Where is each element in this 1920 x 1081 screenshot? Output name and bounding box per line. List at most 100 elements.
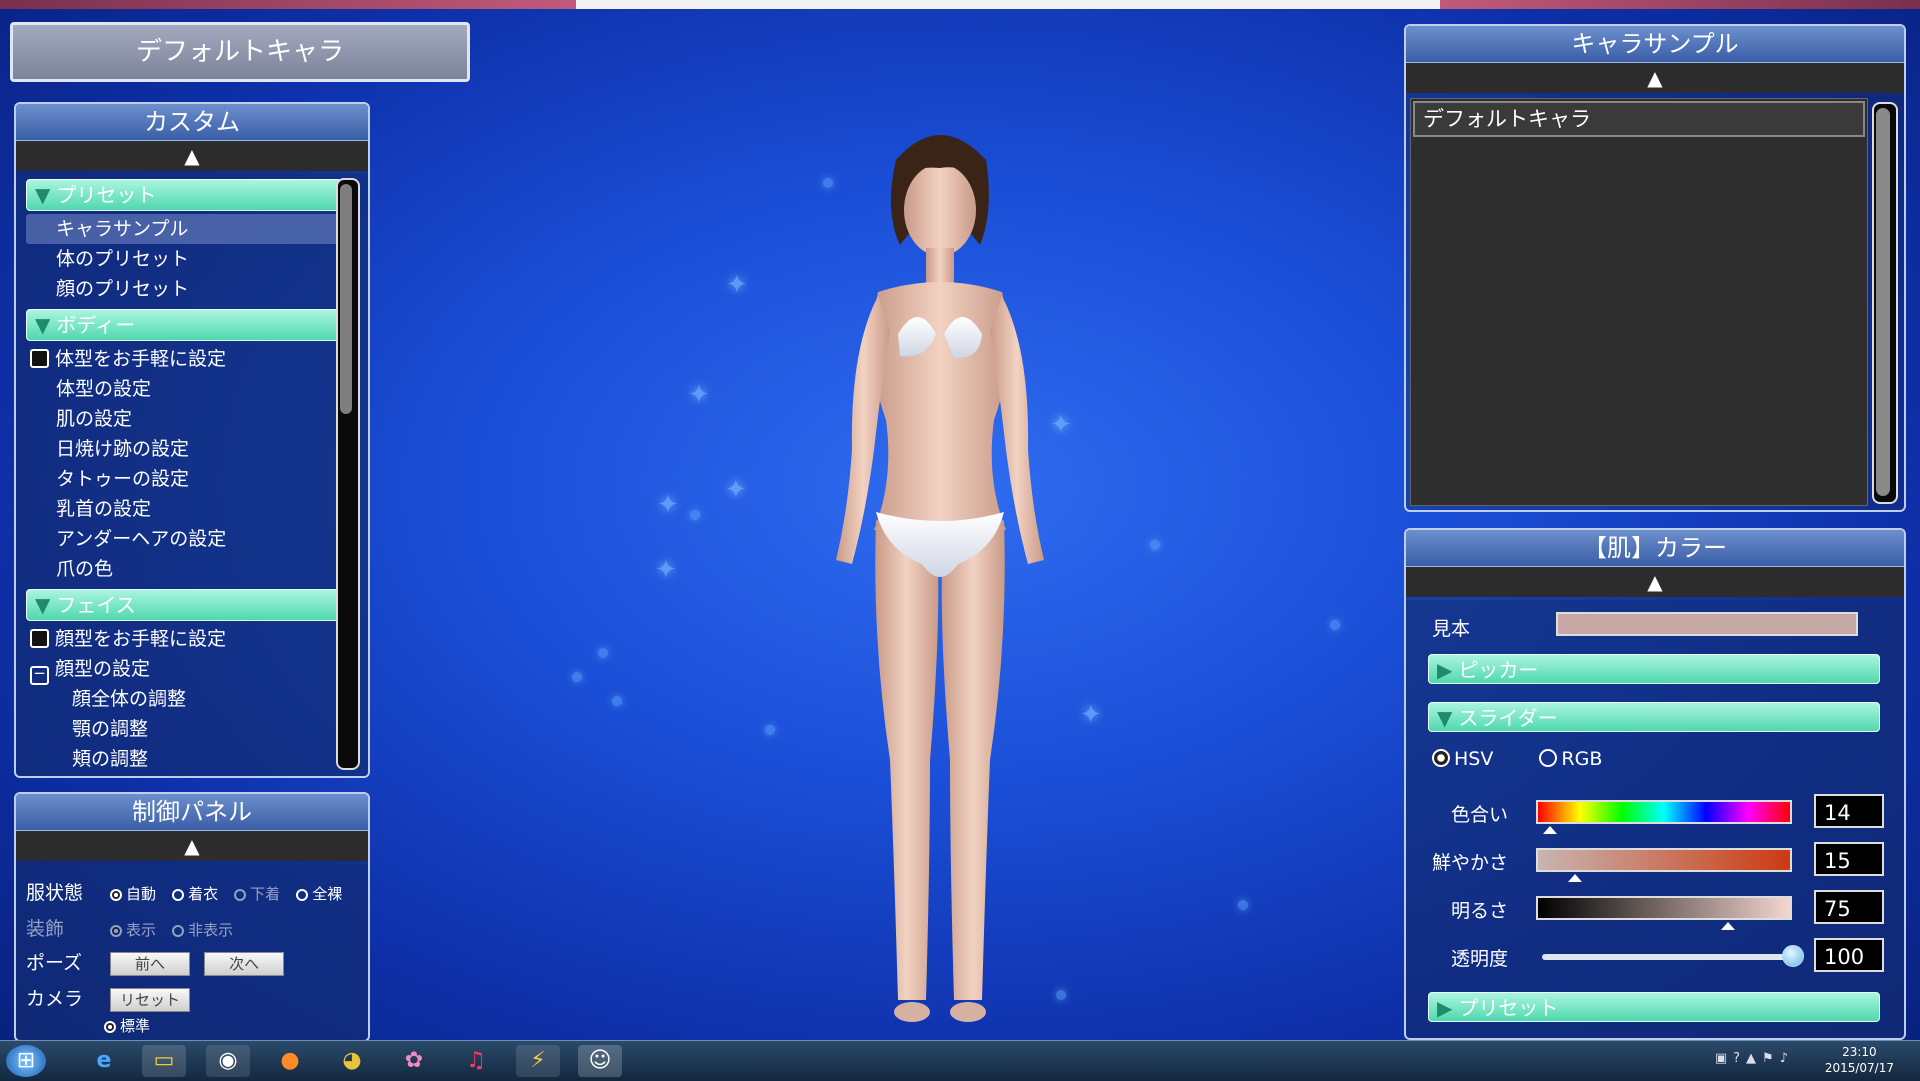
accessory-hide-radio[interactable]: 非表示 — [172, 919, 233, 940]
game-app-icon[interactable]: ☺ — [578, 1045, 622, 1077]
background-standard-radio[interactable]: 標準 — [104, 1015, 150, 1036]
opacity-slider-knob[interactable] — [1782, 945, 1804, 967]
opacity-value-field[interactable]: 100 — [1814, 938, 1884, 972]
menu-item-chara-sample[interactable]: キャラサンプル — [26, 214, 342, 244]
clothes-dressed-radio[interactable]: 着衣 — [172, 883, 218, 904]
menu-item-easy-body-shape[interactable]: 体型をお手軽に設定 — [26, 344, 342, 374]
triangle-up-icon: ▲ — [184, 834, 200, 858]
network-icon[interactable]: ▲ — [1746, 1051, 1762, 1066]
menu-item-body-shape[interactable]: 体型の設定 — [26, 374, 342, 404]
accessory-label: 装飾 — [26, 918, 65, 940]
chara-sample-list: デフォルトキャラ — [1410, 98, 1868, 506]
menu-item-easy-face-shape[interactable]: 顔型をお手軽に設定 — [26, 624, 342, 654]
help-icon[interactable]: ? — [1733, 1051, 1746, 1066]
menu-item-whole-face[interactable]: 顔全体の調整 — [26, 684, 342, 714]
menu-item-face-shape[interactable]: − 顔型の設定 — [26, 654, 342, 685]
menu-item-face-preset[interactable]: 顔のプリセット — [26, 274, 342, 304]
chrome-icon[interactable]: ◕ — [330, 1045, 374, 1077]
menu-item-label: 顔型をお手軽に設定 — [55, 628, 227, 650]
camera-row: カメラ リセット — [26, 984, 198, 1012]
tool-app-icon[interactable]: ⚡ — [516, 1045, 560, 1077]
clothes-state-label: 服状態 — [26, 882, 84, 904]
brightness-slider-row: 明るさ 75 — [1432, 890, 1884, 930]
control-panel-collapse-button[interactable]: ▲ — [16, 831, 368, 861]
hue-label: 色合い — [1450, 804, 1508, 826]
chara-sample-scrollbar[interactable] — [1872, 102, 1898, 504]
paint-app-icon[interactable]: ✿ — [392, 1045, 436, 1077]
volume-icon[interactable]: ♪ — [1780, 1051, 1794, 1066]
saturation-slider[interactable] — [1536, 848, 1792, 872]
camera-label: カメラ — [26, 988, 84, 1010]
menu-item-body-preset[interactable]: 体のプリセット — [26, 244, 342, 274]
background-row: 標準 — [104, 1014, 160, 1036]
skin-color-panel: 【肌】カラー ▲ 見本 ▶ ピッカー ▼ スライダー HSV RGB 色合い 14 … — [1404, 528, 1906, 1040]
camera-icon[interactable]: ◉ — [206, 1045, 250, 1077]
radio-label: 非表示 — [188, 921, 234, 939]
internet-explorer-icon[interactable]: e — [82, 1045, 126, 1077]
hue-value-field[interactable]: 14 — [1814, 794, 1884, 828]
checkbox[interactable] — [30, 629, 49, 648]
triangle-up-icon: ▲ — [1647, 570, 1663, 594]
menu-item-cheek[interactable]: 頬の調整 — [26, 744, 342, 774]
section-label: スライダー — [1458, 706, 1558, 730]
menu-item-tattoo[interactable]: タトゥーの設定 — [26, 464, 342, 494]
chara-sample-collapse-button[interactable]: ▲ — [1406, 63, 1904, 93]
custom-menu-list: ▼ プリセット キャラサンプル 体のプリセット 顔のプリセット ▼ ボディー 体型を… — [26, 174, 342, 774]
section-face[interactable]: ▼ フェイス — [26, 589, 342, 621]
menu-item-skin[interactable]: 肌の設定 — [26, 404, 342, 434]
menu-item-jaw[interactable]: 顎の調整 — [26, 714, 342, 744]
camera-reset-button[interactable]: リセット — [110, 987, 191, 1012]
clock[interactable]: 23:10 2015/07/17 — [1825, 1044, 1894, 1076]
radio-label: HSV — [1454, 748, 1494, 770]
scrollbar-thumb[interactable] — [340, 184, 352, 414]
hsv-radio[interactable]: HSV — [1432, 748, 1493, 770]
system-tray-icons[interactable]: ▣?▲⚑♪ — [1715, 1051, 1794, 1066]
rgb-radio[interactable]: RGB — [1539, 748, 1602, 770]
saturation-slider-marker[interactable] — [1568, 874, 1582, 882]
hue-slider[interactable] — [1536, 800, 1792, 824]
notification-icon[interactable]: ▣ — [1715, 1051, 1733, 1066]
slider-section[interactable]: ▼ スライダー — [1428, 702, 1880, 732]
section-preset[interactable]: ▼ プリセット — [26, 179, 342, 211]
pose-label: ポーズ — [26, 952, 83, 974]
opacity-label: 透明度 — [1450, 948, 1508, 970]
saturation-value-field[interactable]: 15 — [1814, 842, 1884, 876]
menu-item-tan-lines[interactable]: 日焼け跡の設定 — [26, 434, 342, 464]
pose-row: ポーズ 前へ 次へ — [26, 948, 292, 976]
hue-slider-marker[interactable] — [1543, 826, 1557, 834]
tree-collapse-icon[interactable]: − — [30, 666, 49, 685]
menu-item-nail-color[interactable]: 爪の色 — [26, 554, 342, 584]
radio-label: 自動 — [126, 885, 157, 903]
clothes-nude-radio[interactable]: 全裸 — [296, 883, 342, 904]
radio-label: 表示 — [126, 921, 157, 939]
clothes-underwear-radio[interactable]: 下着 — [234, 883, 280, 904]
skin-color-collapse-button[interactable]: ▲ — [1406, 567, 1904, 597]
menu-item-nipple[interactable]: 乳首の設定 — [26, 494, 342, 524]
firefox-icon[interactable]: ● — [268, 1045, 312, 1077]
taskbar: ⊞ e ▭ ◉ ● ◕ ✿ ♫ ⚡ ☺ ▣?▲⚑♪ 23:10 2015/07/… — [0, 1040, 1920, 1081]
menu-item-underhair[interactable]: アンダーヘアの設定 — [26, 524, 342, 554]
file-explorer-icon[interactable]: ▭ — [142, 1045, 186, 1077]
color-preset-section[interactable]: ▶ プリセット — [1428, 992, 1880, 1022]
clothes-auto-radio[interactable]: 自動 — [110, 883, 156, 904]
section-body[interactable]: ▼ ボディー — [26, 309, 342, 341]
brightness-slider[interactable] — [1536, 896, 1792, 920]
saturation-label: 鮮やかさ — [1432, 852, 1509, 874]
music-player-icon[interactable]: ♫ — [454, 1045, 498, 1077]
triangle-up-icon: ▲ — [1647, 66, 1663, 90]
brightness-value-field[interactable]: 75 — [1814, 890, 1884, 924]
custom-list-scrollbar[interactable] — [336, 178, 360, 770]
custom-panel-collapse-button[interactable]: ▲ — [16, 141, 368, 171]
top-window-strip — [0, 0, 1920, 9]
brightness-slider-marker[interactable] — [1721, 922, 1735, 930]
pose-next-button[interactable]: 次へ — [204, 951, 285, 976]
start-orb-icon[interactable]: ⊞ — [6, 1045, 46, 1077]
checkbox[interactable] — [30, 349, 49, 368]
flag-icon[interactable]: ⚑ — [1762, 1051, 1780, 1066]
opacity-slider[interactable] — [1542, 954, 1792, 960]
scrollbar-thumb[interactable] — [1876, 108, 1890, 496]
picker-section[interactable]: ▶ ピッカー — [1428, 654, 1880, 684]
accessory-show-radio[interactable]: 表示 — [110, 919, 156, 940]
chara-sample-item[interactable]: デフォルトキャラ — [1413, 101, 1865, 137]
pose-prev-button[interactable]: 前へ — [110, 951, 191, 976]
